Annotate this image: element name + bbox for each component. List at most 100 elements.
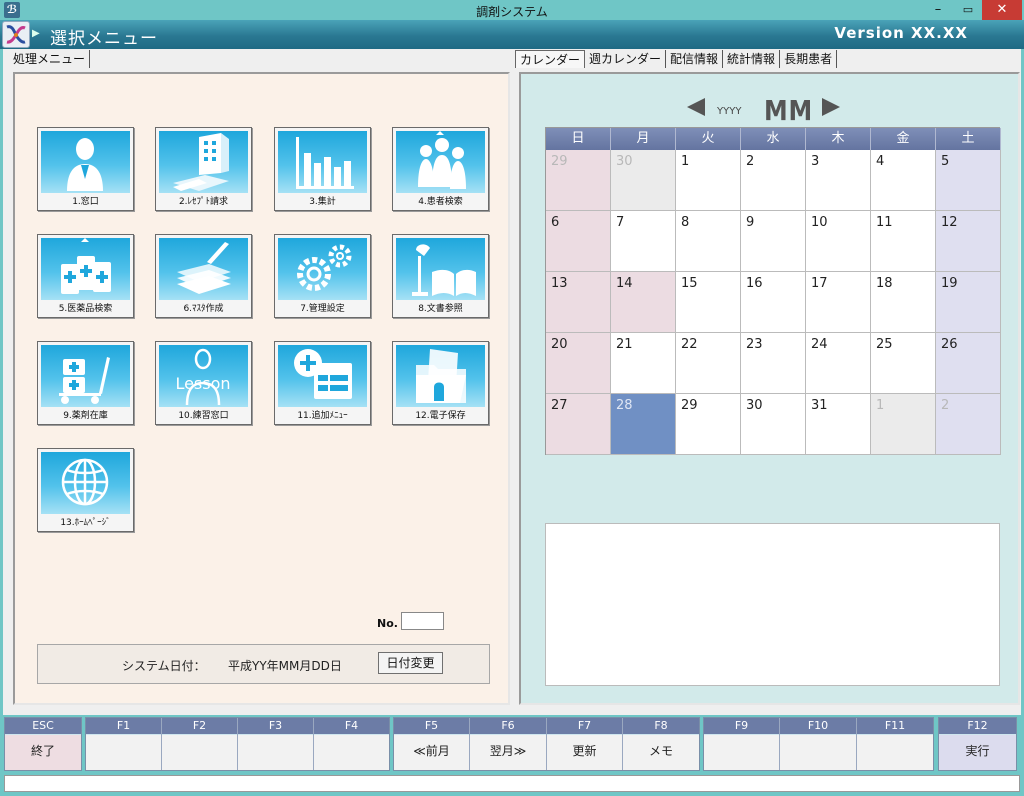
tab-week-calendar[interactable]: 週カレンダー: [585, 50, 667, 68]
main-area: 処理メニュー カレンダー 週カレンダー 配信情報 統計情報 長期患者 1.窓口 …: [0, 49, 1024, 715]
calendar-day-cell[interactable]: 26: [936, 333, 1001, 394]
bar-chart-icon: [278, 131, 367, 193]
calendar-day-cell[interactable]: 7: [611, 211, 676, 272]
menu-tile-homepage[interactable]: 13.ﾎｰﾑﾍﾟｰｼﾞ: [37, 448, 134, 532]
tile-label: 10.練習窓口: [178, 411, 229, 421]
fkey-group-f5-f8: F5 ≪前月 F6 翌月≫ F7 更新 F8 メモ: [393, 717, 700, 771]
refresh-button[interactable]: F7 更新: [547, 718, 623, 770]
esc-key-button[interactable]: ESC 終了: [5, 718, 81, 770]
documents-pen-icon: [159, 238, 248, 300]
calendar-day-cell[interactable]: 2: [936, 394, 1001, 455]
menu-tile-master-create[interactable]: 6.ﾏｽﾀ作成: [155, 234, 252, 318]
calendar-day-cell[interactable]: 18: [871, 272, 936, 333]
calendar-day-cell[interactable]: 8: [676, 211, 741, 272]
version-label: Version XX.XX: [834, 24, 968, 42]
fkey-group-f12: F12 実行: [938, 717, 1017, 771]
calendar-day-cell[interactable]: 24: [806, 333, 871, 394]
menu-tile-additional-menu[interactable]: 11.追加ﾒﾆｭｰ: [274, 341, 371, 425]
tab-calendar[interactable]: カレンダー: [515, 50, 586, 68]
tile-label: 8.文書参照: [418, 304, 463, 314]
calendar-month: MM: [764, 94, 814, 127]
maximize-button[interactable]: ▭: [954, 0, 982, 20]
fkey-label: [780, 735, 856, 770]
f2-key-button[interactable]: F2: [162, 718, 238, 770]
calendar-day-cell[interactable]: 25: [871, 333, 936, 394]
f4-key-button[interactable]: F4: [314, 718, 389, 770]
fkey-code: F10: [780, 718, 856, 734]
folder-icon: [396, 345, 485, 407]
fkey-code: F8: [623, 718, 699, 734]
change-date-button[interactable]: 日付変更: [378, 652, 443, 674]
fkey-label: [704, 735, 779, 770]
calendar-day-cell[interactable]: 31: [806, 394, 871, 455]
calendar-day-cell[interactable]: 1: [871, 394, 936, 455]
menu-tile-receipt-billing[interactable]: 2.ﾚｾﾌﾟﾄ請求: [155, 127, 252, 211]
next-month-button[interactable]: F6 翌月≫: [470, 718, 547, 770]
calendar-day-cell[interactable]: 28: [611, 394, 676, 455]
prev-month-button[interactable]: F5 ≪前月: [394, 718, 470, 770]
menu-tile-aggregate[interactable]: 3.集計: [274, 127, 371, 211]
calendar-day-cell[interactable]: 14: [611, 272, 676, 333]
prev-month-icon[interactable]: [687, 98, 705, 116]
calendar-day-cell[interactable]: 22: [676, 333, 741, 394]
tab-statistics[interactable]: 統計情報: [723, 50, 781, 68]
menu-tile-practice-reception[interactable]: Lesson 10.練習窓口: [155, 341, 252, 425]
close-button[interactable]: ✕: [982, 0, 1022, 20]
calendar-day-cell[interactable]: 15: [676, 272, 741, 333]
next-month-icon[interactable]: [822, 98, 840, 116]
menu-tile-reception[interactable]: 1.窓口: [37, 127, 134, 211]
calendar-day-cell[interactable]: 3: [806, 150, 871, 211]
calendar-day-cell[interactable]: 29: [546, 150, 611, 211]
tab-process-menu[interactable]: 処理メニュー: [9, 50, 91, 68]
execute-button[interactable]: F12 実行: [939, 718, 1016, 770]
medicine-search-icon: [41, 238, 130, 300]
menu-tile-patient-search[interactable]: 4.患者検索: [392, 127, 489, 211]
calendar-day-cell[interactable]: 30: [611, 150, 676, 211]
weekday-header: 金: [871, 128, 936, 150]
menu-tile-drug-inventory[interactable]: 9.薬剤在庫: [37, 341, 134, 425]
calendar-day-cell[interactable]: 21: [611, 333, 676, 394]
f10-key-button[interactable]: F10: [780, 718, 857, 770]
menu-tile-admin-settings[interactable]: 7.管理設定: [274, 234, 371, 318]
calendar-day-cell[interactable]: 2: [741, 150, 806, 211]
f11-key-button[interactable]: F11: [857, 718, 933, 770]
calendar-day-cell[interactable]: 11: [871, 211, 936, 272]
globe-icon: [41, 452, 130, 514]
f1-key-button[interactable]: F1: [86, 718, 162, 770]
menu-tile-medicine-search[interactable]: 5.医薬品検索: [37, 234, 134, 318]
calendar-day-cell[interactable]: 23: [741, 333, 806, 394]
memo-button[interactable]: F8 メモ: [623, 718, 699, 770]
fkey-code: F5: [394, 718, 469, 734]
calendar-day-cell[interactable]: 9: [741, 211, 806, 272]
add-menu-icon: [278, 345, 367, 407]
calendar-panel: YYYY MM 日月火水木金土 29 30 1 2 3 4 5 6 7 8 9 10 11 12 13 14 15…: [519, 72, 1020, 705]
f3-key-button[interactable]: F3: [238, 718, 314, 770]
calendar-day-cell[interactable]: 17: [806, 272, 871, 333]
calendar-day-cell[interactable]: 20: [546, 333, 611, 394]
menu-tile-document-reference[interactable]: 8.文書参照: [392, 234, 489, 318]
minimize-button[interactable]: –: [924, 0, 952, 20]
memo-area[interactable]: [545, 523, 1000, 686]
no-label: No.: [377, 617, 398, 630]
receptionist-icon: [41, 131, 130, 193]
calendar-day-cell[interactable]: 6: [546, 211, 611, 272]
f9-key-button[interactable]: F9: [704, 718, 780, 770]
no-input[interactable]: [401, 612, 444, 630]
title-bar: ℬ 調剤システム – ▭ ✕: [0, 0, 1024, 20]
calendar-day-cell[interactable]: 29: [676, 394, 741, 455]
menu-tile-electronic-storage[interactable]: 12.電子保存: [392, 341, 489, 425]
tab-long-term-patients[interactable]: 長期患者: [780, 50, 838, 68]
calendar-day-cell[interactable]: 16: [741, 272, 806, 333]
calendar-day-cell[interactable]: 19: [936, 272, 1001, 333]
calendar-day-cell[interactable]: 30: [741, 394, 806, 455]
calendar-day-cell[interactable]: 5: [936, 150, 1001, 211]
calendar-day-cell[interactable]: 27: [546, 394, 611, 455]
fkey-label: 実行: [939, 735, 1016, 770]
tile-label: 6.ﾏｽﾀ作成: [183, 304, 224, 314]
calendar-day-cell[interactable]: 12: [936, 211, 1001, 272]
calendar-day-cell[interactable]: 10: [806, 211, 871, 272]
tab-delivery-info[interactable]: 配信情報: [666, 50, 724, 68]
calendar-day-cell[interactable]: 1: [676, 150, 741, 211]
calendar-day-cell[interactable]: 4: [871, 150, 936, 211]
calendar-day-cell[interactable]: 13: [546, 272, 611, 333]
